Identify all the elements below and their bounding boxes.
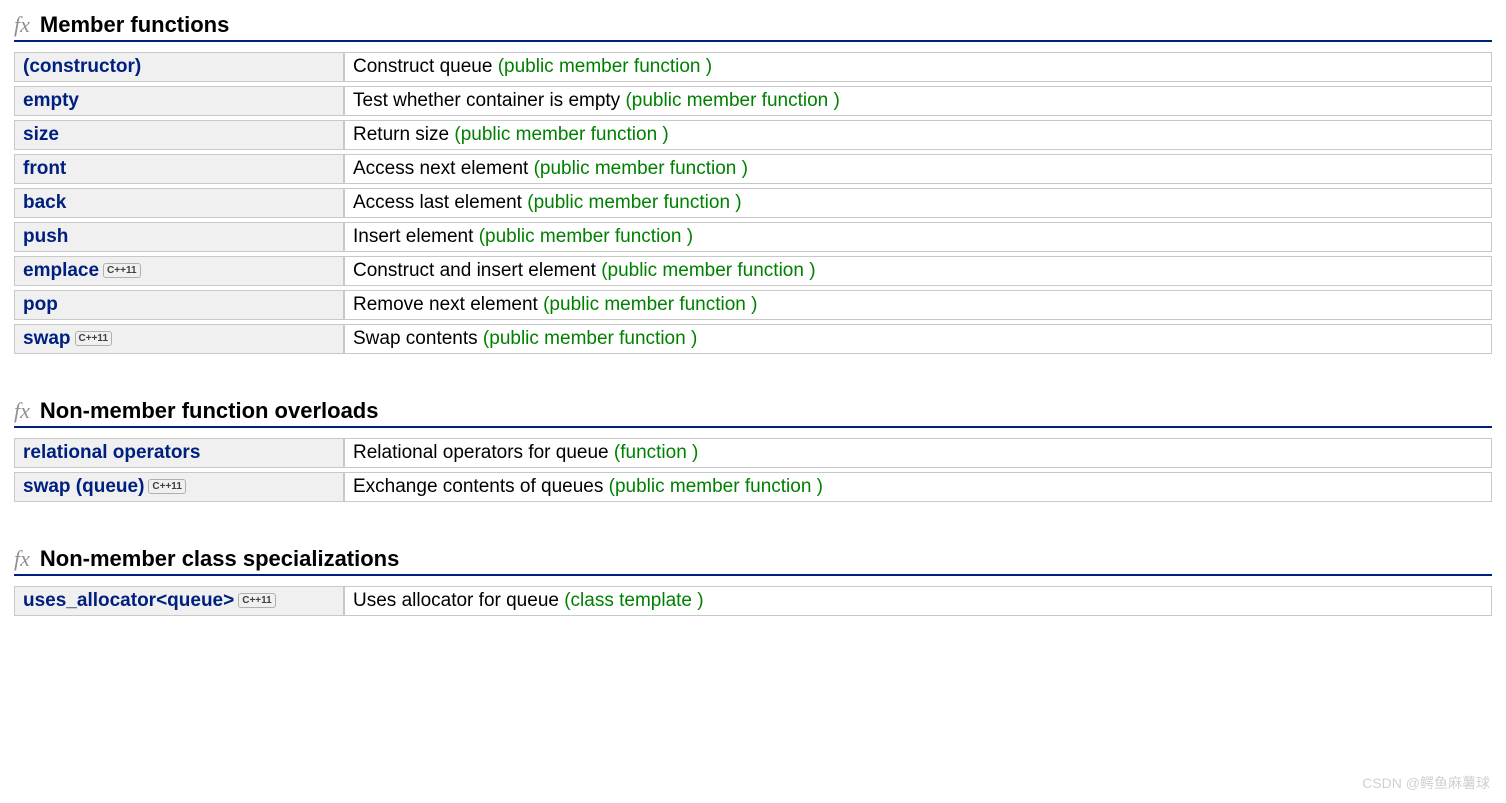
function-description: Swap contents (353, 328, 478, 349)
function-name-cell: back (14, 188, 344, 218)
function-name-cell: emplace C++11 (14, 256, 344, 286)
section-title: Member functions (40, 12, 229, 38)
function-type: (public member function ) (527, 192, 741, 213)
function-description: Access last element (353, 192, 522, 213)
function-desc-cell: Access next element (public member funct… (344, 154, 1492, 184)
function-description: Remove next element (353, 294, 538, 315)
function-table: uses_allocator<queue> C++11 Uses allocator… (14, 582, 1492, 620)
function-description: Test whether container is empty (353, 90, 620, 111)
function-link[interactable]: emplace (23, 260, 99, 281)
function-name-cell: relational operators (14, 438, 344, 468)
function-link[interactable]: size (23, 124, 59, 145)
function-desc-cell: Construct and insert element (public mem… (344, 256, 1492, 286)
function-type: (public member function ) (479, 226, 693, 247)
function-desc-cell: Exchange contents of queues (public memb… (344, 472, 1492, 502)
function-name-cell: front (14, 154, 344, 184)
table-row: back Access last element (public member f… (14, 188, 1492, 218)
function-description: Relational operators for queue (353, 442, 609, 463)
function-desc-cell: Insert element (public member function ) (344, 222, 1492, 252)
function-desc-cell: Access last element (public member funct… (344, 188, 1492, 218)
function-type: (public member function ) (601, 260, 815, 281)
cpp11-badge: C++11 (148, 479, 185, 494)
section-header: fx Non-member class specializations (14, 546, 1492, 576)
function-description: Construct and insert element (353, 260, 596, 281)
function-type: (public member function ) (454, 124, 668, 145)
section: fx Non-member class specializations uses_a… (14, 546, 1492, 620)
function-description: Exchange contents of queues (353, 476, 603, 497)
table-row: emplace C++11 Construct and insert element… (14, 256, 1492, 286)
function-type: (public member function ) (609, 476, 823, 497)
table-row: front Access next element (public member … (14, 154, 1492, 184)
function-name-cell: uses_allocator<queue> C++11 (14, 586, 344, 616)
function-name-cell: swap (queue) C++11 (14, 472, 344, 502)
function-type: (public member function ) (543, 294, 757, 315)
function-type: (public member function ) (534, 158, 748, 179)
table-row: push Insert element (public member functi… (14, 222, 1492, 252)
function-desc-cell: Swap contents (public member function ) (344, 324, 1492, 354)
function-description: Return size (353, 124, 449, 145)
function-link[interactable]: empty (23, 90, 79, 111)
function-link[interactable]: back (23, 192, 66, 213)
function-description: Insert element (353, 226, 473, 247)
function-type: (public member function ) (625, 90, 839, 111)
function-desc-cell: Relational operators for queue (function… (344, 438, 1492, 468)
table-row: size Return size (public member function … (14, 120, 1492, 150)
function-desc-cell: Construct queue (public member function … (344, 52, 1492, 82)
section-title: Non-member function overloads (40, 398, 379, 424)
function-name-cell: size (14, 120, 344, 150)
function-link[interactable]: swap (queue) (23, 476, 144, 497)
function-desc-cell: Remove next element (public member funct… (344, 290, 1492, 320)
table-row: relational operators Relational operators… (14, 438, 1492, 468)
function-link[interactable]: relational operators (23, 442, 200, 463)
table-row: swap C++11 Swap contents (public member fu… (14, 324, 1492, 354)
table-row: swap (queue) C++11 Exchange contents of qu… (14, 472, 1492, 502)
table-row: uses_allocator<queue> C++11 Uses allocator… (14, 586, 1492, 616)
cpp11-badge: C++11 (75, 331, 112, 346)
function-type: (public member function ) (498, 56, 712, 77)
function-name-cell: (constructor) (14, 52, 344, 82)
function-desc-cell: Return size (public member function ) (344, 120, 1492, 150)
function-description: Access next element (353, 158, 528, 179)
function-desc-cell: Uses allocator for queue (class template… (344, 586, 1492, 616)
function-desc-cell: Test whether container is empty (public … (344, 86, 1492, 116)
table-row: empty Test whether container is empty (pu… (14, 86, 1492, 116)
function-table: (constructor) Construct queue (public mem… (14, 48, 1492, 358)
function-name-cell: empty (14, 86, 344, 116)
function-name-cell: pop (14, 290, 344, 320)
function-link[interactable]: (constructor) (23, 56, 141, 77)
function-description: Construct queue (353, 56, 492, 77)
function-table: relational operators Relational operators… (14, 434, 1492, 506)
fx-icon: fx (14, 12, 30, 38)
function-type: (class template ) (564, 590, 703, 611)
function-link[interactable]: pop (23, 294, 58, 315)
section: fx Member functions (constructor) Construct… (14, 12, 1492, 358)
function-name-cell: push (14, 222, 344, 252)
table-row: (constructor) Construct queue (public mem… (14, 52, 1492, 82)
watermark-text: CSDN @鳄鱼麻薯球 (1362, 773, 1490, 793)
fx-icon: fx (14, 546, 30, 572)
function-link[interactable]: swap (23, 328, 71, 349)
function-name-cell: swap C++11 (14, 324, 344, 354)
section-title: Non-member class specializations (40, 546, 399, 572)
section: fx Non-member function overloads relationa… (14, 398, 1492, 506)
function-type: (public member function ) (483, 328, 697, 349)
cpp11-badge: C++11 (238, 593, 275, 608)
section-header: fx Non-member function overloads (14, 398, 1492, 428)
function-link[interactable]: push (23, 226, 68, 247)
cpp11-badge: C++11 (103, 263, 140, 278)
section-header: fx Member functions (14, 12, 1492, 42)
fx-icon: fx (14, 398, 30, 424)
function-description: Uses allocator for queue (353, 590, 559, 611)
function-type: (function ) (614, 442, 698, 463)
function-link[interactable]: uses_allocator<queue> (23, 590, 234, 611)
table-row: pop Remove next element (public member fu… (14, 290, 1492, 320)
function-link[interactable]: front (23, 158, 66, 179)
